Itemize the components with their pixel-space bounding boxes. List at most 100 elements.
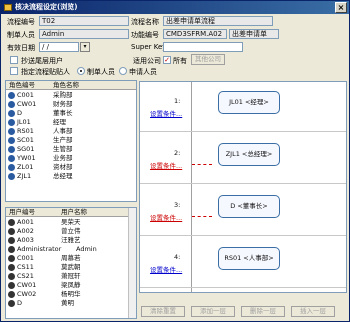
role-code: SC01 [17, 136, 34, 144]
role-code: C001 [17, 91, 34, 99]
valid-date-field[interactable]: / / [39, 42, 79, 52]
insert-layer-button[interactable]: 插入一层 [291, 306, 335, 317]
applicant-radio-label: 申请人员 [129, 68, 157, 76]
role-name: 财务部 [53, 100, 73, 108]
role-code: JL01 [17, 118, 31, 126]
applicant-radio[interactable] [119, 67, 127, 75]
user-code: CS21 [17, 272, 34, 280]
users-list[interactable]: 用户编号 用户名称 A001 吴荣天 A002 曾立伟 A003 汪雅艺 Admini… [5, 207, 137, 319]
roles-header: 角色编号 角色名称 [6, 81, 136, 90]
user-icon [8, 282, 15, 289]
creator-radio[interactable] [77, 67, 85, 75]
role-code: RS01 [17, 127, 34, 135]
designate-checkbox[interactable] [10, 67, 18, 75]
flow-no-label: 流程编号 [7, 18, 35, 26]
user-row[interactable]: CW01 梁凤静 [6, 281, 136, 290]
creator-field[interactable]: Admin [39, 29, 129, 39]
role-icon [8, 92, 15, 99]
set-condition-link[interactable]: 设置条件... [150, 108, 182, 118]
condition-connector [192, 216, 212, 217]
app-icon [4, 4, 12, 11]
set-condition-link[interactable]: 设置条件... [150, 264, 182, 274]
condition-connector [192, 164, 212, 165]
func-name-field[interactable]: 出差申请单 [229, 29, 279, 39]
user-row[interactable]: C001 周慕若 [6, 254, 136, 263]
user-row[interactable]: CW02 杨明华 [6, 290, 136, 299]
role-row[interactable]: ZJL1 总经理 [6, 172, 136, 181]
other-company-button[interactable]: 其他公司 [191, 54, 225, 65]
add-layer-button[interactable]: 添加一层 [191, 306, 235, 317]
func-no-field[interactable]: CMD3SFRM.A02 [163, 29, 227, 39]
designate-label: 指定流程贴贴人 [21, 68, 70, 76]
cc-checkbox[interactable] [10, 56, 18, 64]
flow-name-field[interactable]: 出差申请单流程 [163, 16, 273, 26]
user-code: CW02 [17, 290, 37, 298]
superkey-field[interactable] [163, 42, 243, 52]
role-row[interactable]: YW01 业务部 [6, 154, 136, 163]
user-row[interactable]: CS11 莫武朝 [6, 263, 136, 272]
flow-no-field[interactable]: T02 [39, 16, 129, 26]
user-name: 周慕若 [61, 254, 81, 262]
stage-node[interactable]: RS01 <人事部> [218, 247, 280, 270]
func-no-label: 功能编号 [131, 31, 159, 39]
all-label: 所有 [173, 57, 187, 65]
roles-list[interactable]: 角色编号 角色名称 C001 采购部 CW01 财务部 D 董事长 JL01 经理 RS… [5, 80, 137, 202]
users-header: 用户编号 用户名称 [6, 208, 136, 217]
user-code: A002 [17, 227, 34, 235]
flow-stage: 3: 设置条件... D <董事长> [140, 186, 346, 236]
window-title: 核决流程设定(浏览) [15, 3, 78, 11]
role-row[interactable]: D 董事长 [6, 109, 136, 118]
cc-label: 抄送尾层用户 [21, 57, 63, 65]
role-row[interactable]: C001 采购部 [6, 91, 136, 100]
role-row[interactable]: SG01 生管部 [6, 145, 136, 154]
user-row[interactable]: A003 汪雅艺 [6, 236, 136, 245]
role-icon [8, 164, 15, 171]
role-code: ZJL1 [17, 172, 32, 180]
role-name: 生产部 [53, 136, 73, 144]
role-name: 总经理 [53, 172, 73, 180]
flow-canvas[interactable]: 1: 设置条件... JL01 <经理> 2: 设置条件... ZJL1 <总经… [139, 81, 347, 293]
user-row[interactable]: CS21 萧冠轩 [6, 272, 136, 281]
role-icon [8, 128, 15, 135]
role-row[interactable]: SC01 生产部 [6, 136, 136, 145]
close-button[interactable]: × [335, 2, 347, 13]
roles-header-code: 角色编号 [9, 81, 35, 89]
flow-stage: 4: 设置条件... RS01 <人事部> [140, 238, 346, 288]
user-row[interactable]: Administrator Admin [6, 245, 136, 254]
role-code: CW01 [17, 100, 37, 108]
user-icon [8, 237, 15, 244]
delete-layer-button[interactable]: 删除一层 [241, 306, 285, 317]
stage-number: 2: [174, 149, 181, 157]
all-checkbox[interactable]: ✓ [163, 56, 171, 64]
user-code: D [17, 299, 23, 307]
role-row[interactable]: CW01 财务部 [6, 100, 136, 109]
superkey-label: Super Key [131, 43, 167, 51]
set-condition-link[interactable]: 设置条件... [150, 160, 182, 170]
user-row[interactable]: A002 曾立伟 [6, 227, 136, 236]
user-code: Administrator [17, 245, 62, 253]
flow-settings-window: 核决流程设定(浏览) × 流程编号 T02 制单人员 Admin 有效日期 / … [0, 0, 350, 322]
stage-node[interactable]: JL01 <经理> [218, 91, 280, 114]
user-row[interactable]: A001 吴荣天 [6, 218, 136, 227]
role-row[interactable]: ZL01 资材部 [6, 163, 136, 172]
user-icon [8, 291, 15, 298]
user-name: 萧冠轩 [61, 272, 81, 280]
date-dropdown-icon[interactable]: ▾ [80, 42, 90, 52]
role-row[interactable]: JL01 经理 [6, 118, 136, 127]
role-code: YW01 [17, 154, 36, 162]
title-bar: 核决流程设定(浏览) × [1, 1, 349, 14]
set-condition-link[interactable]: 设置条件... [150, 212, 182, 222]
role-name: 业务部 [53, 154, 73, 162]
role-code: D [17, 109, 23, 117]
role-row[interactable]: RS01 人事部 [6, 127, 136, 136]
user-name: 杨明华 [61, 290, 81, 298]
user-name: 吴荣天 [61, 218, 81, 226]
clear-reset-button[interactable]: 清除重置 [141, 306, 185, 317]
role-icon [8, 146, 15, 153]
role-name: 生管部 [53, 145, 73, 153]
stage-node[interactable]: D <董事长> [218, 195, 280, 218]
stage-node[interactable]: ZJL1 <总经理> [218, 143, 280, 166]
role-icon [8, 155, 15, 162]
role-icon [8, 173, 15, 180]
user-row[interactable]: D 黄明 [6, 299, 136, 308]
